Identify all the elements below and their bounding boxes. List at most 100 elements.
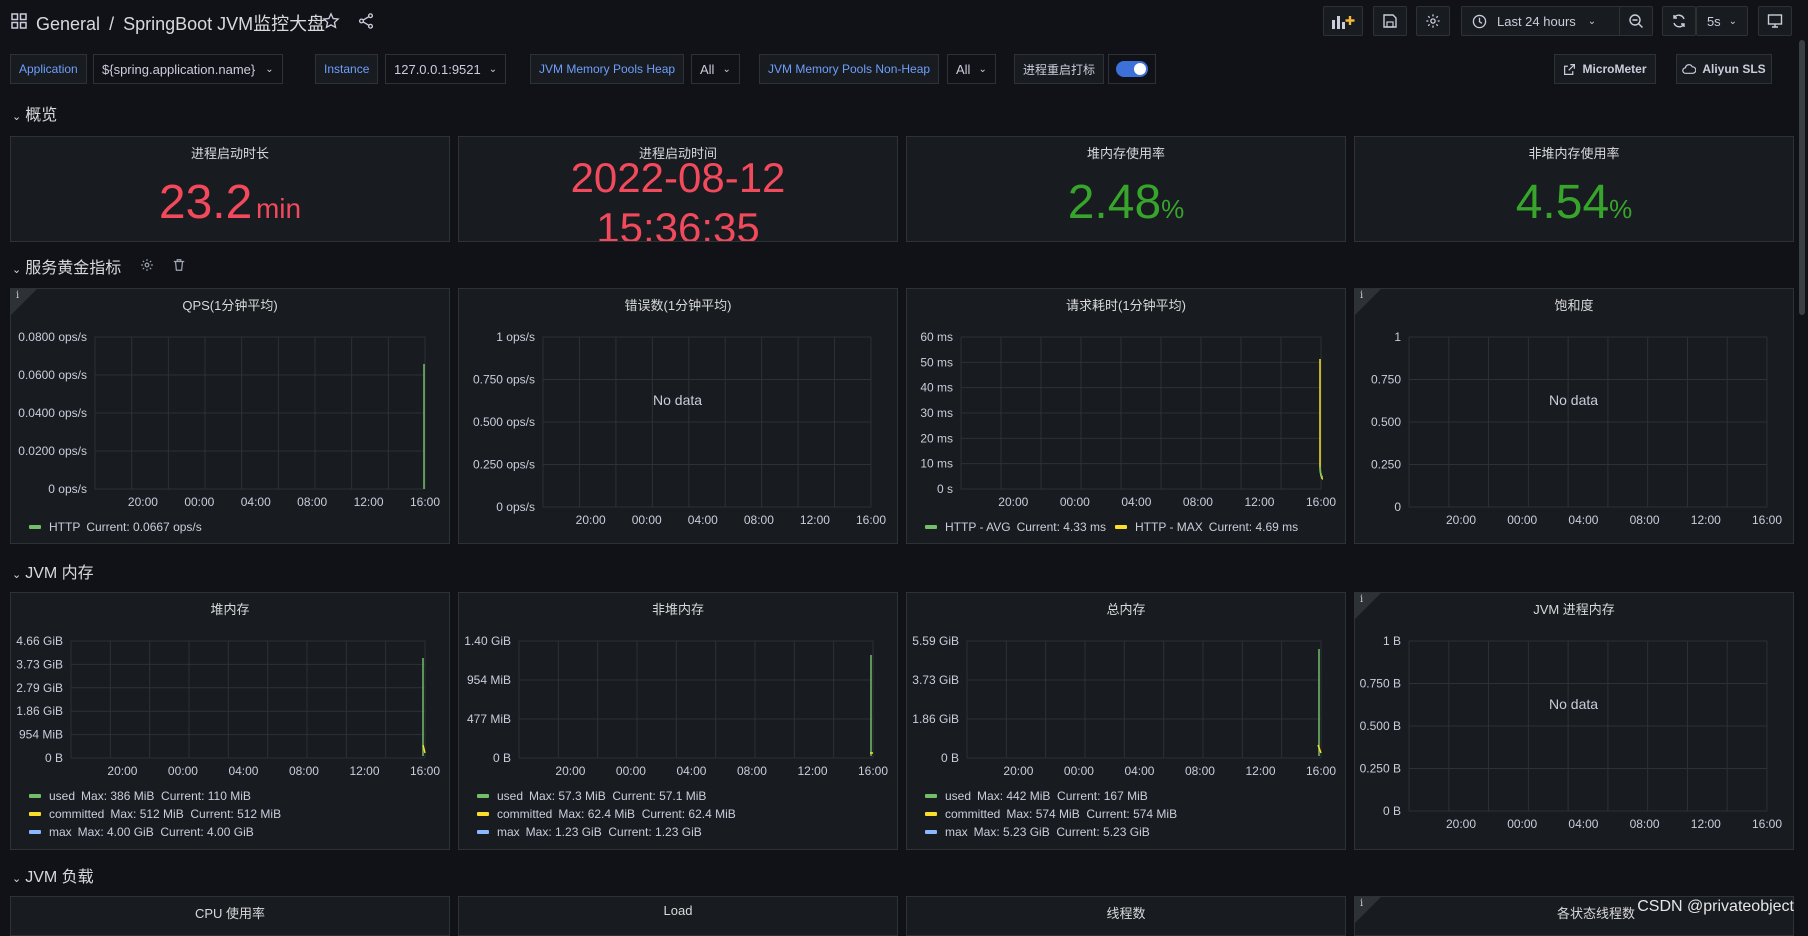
legend-item[interactable]: used Max: 442 MiB Current: 167 MiB: [925, 789, 1148, 803]
legend-stats: Max: 386 MiB Current: 110 MiB: [81, 789, 251, 803]
dashboard-settings-button[interactable]: [1416, 6, 1450, 36]
link-micrometer[interactable]: MicroMeter: [1554, 54, 1656, 84]
x-tick-label: 00:00: [616, 764, 646, 778]
y-tick-label: 0.250: [1371, 458, 1401, 472]
legend-item[interactable]: max Max: 5.23 GiB Current: 5.23 GiB: [925, 825, 1150, 839]
y-tick-label: 3.73 GiB: [16, 657, 63, 671]
dashboard-title[interactable]: SpringBoot JVM监控大盘: [123, 14, 325, 34]
x-tick-label: 08:00: [1630, 817, 1660, 831]
variable-heap-pools-select[interactable]: All ⌄: [691, 54, 740, 84]
panel-process-memory[interactable]: i JVM 进程内存 1 B 0.750 B 0.500 B 0.250 B0 B 20…: [1354, 592, 1794, 850]
panel-total-memory[interactable]: 总内存 5.59 GiB 3.73 GiB 1.86 GiB 0 B 20:00 00:0…: [906, 592, 1346, 850]
row-golden-metrics[interactable]: ⌄ 服务黄金指标: [12, 254, 121, 278]
errors-no-data: No data: [653, 392, 703, 408]
y-tick-label: 0.0800 ops/s: [18, 330, 87, 344]
save-icon: [1383, 14, 1397, 28]
x-tick-label: 00:00: [632, 513, 662, 527]
y-tick-label: 2.79 GiB: [16, 681, 63, 695]
variable-instance-value: 127.0.0.1:9521: [394, 61, 481, 77]
link-aliyun-sls[interactable]: Aliyun SLS: [1676, 54, 1772, 84]
chevron-down-icon: ⌄: [12, 873, 22, 885]
process-memory-chart: 1 B 0.750 B 0.500 B 0.250 B 0 B 20:00 00:00 04:…: [1360, 634, 1783, 831]
legend-series-name: HTTP - MAX: [1135, 520, 1203, 534]
x-tick-label: 00:00: [184, 495, 214, 509]
panel-nonheap-memory[interactable]: 非堆内存 1.40 GiB 954 MiB 477 MiB 0 B 20:00 00:00…: [458, 592, 898, 850]
panel-threads[interactable]: 线程数: [906, 896, 1346, 936]
panel-cpu[interactable]: CPU 使用率: [10, 896, 450, 936]
row-jvm-load[interactable]: ⌄ JVM 负载: [12, 863, 94, 887]
x-tick-label: 00:00: [1064, 764, 1094, 778]
panel-load-title: Load: [663, 903, 693, 918]
row-delete-trash-icon[interactable]: [172, 258, 186, 275]
panel-start-time[interactable]: 进程启动时间 2022-08-12 15:36:35: [458, 136, 898, 242]
legend-item[interactable]: committed Max: 574 MiB Current: 574 MiB: [925, 807, 1177, 821]
panel-uptime[interactable]: 进程启动时长 23.2 min: [10, 136, 450, 242]
y-tick-label: 5.59 GiB: [912, 634, 959, 648]
x-tick-label: 04:00: [228, 764, 258, 778]
start-time-line2: 15:36:35: [596, 204, 760, 242]
add-panel-button[interactable]: [1323, 6, 1363, 36]
breadcrumb-folder[interactable]: General: [36, 14, 100, 34]
y-tick-label: 0 B: [941, 751, 959, 765]
row-settings-gear-icon[interactable]: [140, 258, 154, 275]
panel-errors[interactable]: 错误数(1分钟平均) 1 ops/s 0.750 ops/s 0.500 ops/s…: [458, 288, 898, 544]
panel-heap-usage[interactable]: 堆内存使用率 2.48%: [906, 136, 1346, 242]
y-tick-label: 1 ops/s: [496, 330, 535, 344]
legend-item[interactable]: committed Max: 512 MiB Current: 512 MiB: [29, 807, 281, 821]
panel-saturation[interactable]: i 饱和度 1 0.750 0.500 0.250 0 20:00 00:00 04:00 08…: [1354, 288, 1794, 544]
y-tick-label: 1 B: [1383, 634, 1401, 648]
legend-color-swatch: [925, 525, 937, 529]
page-scrollbar[interactable]: [1799, 40, 1805, 315]
y-tick-label: 954 MiB: [467, 673, 511, 687]
legend-item[interactable]: max Max: 4.00 GiB Current: 4.00 GiB: [29, 825, 254, 839]
restart-mark-toggle-container[interactable]: [1108, 54, 1156, 84]
zoom-out-button[interactable]: [1619, 6, 1653, 36]
legend-item[interactable]: used Max: 57.3 MiB Current: 57.1 MiB: [477, 789, 706, 803]
variable-heap-pools-value: All: [700, 61, 715, 77]
x-tick-label: 20:00: [1446, 513, 1476, 527]
share-icon[interactable]: [357, 12, 375, 33]
y-tick-label: 0.750 ops/s: [473, 373, 535, 387]
x-tick-label: 04:00: [676, 764, 706, 778]
y-tick-label: 0.0200 ops/s: [18, 444, 87, 458]
legend-item[interactable]: HTTP - AVG Current: 4.33 ms: [925, 520, 1106, 534]
tv-mode-button[interactable]: [1758, 6, 1792, 36]
chevron-down-icon: ⌄: [1587, 15, 1597, 27]
panel-qps[interactable]: i QPS(1分钟平均) 0.0800 ops/s 0.0600 ops/s 0.0…: [10, 288, 450, 544]
variable-instance-select[interactable]: 127.0.0.1:9521 ⌄: [385, 54, 507, 84]
dashboards-grid-icon[interactable]: [11, 13, 27, 29]
legend-item[interactable]: committed Max: 62.4 MiB Current: 62.4 MiB: [477, 807, 736, 821]
variable-application-select[interactable]: ${spring.application.name} ⌄: [93, 54, 283, 84]
legend-color-swatch: [29, 794, 41, 798]
star-icon[interactable]: [322, 12, 340, 33]
x-tick-label: 20:00: [1003, 764, 1033, 778]
legend-item[interactable]: HTTP Current: 0.0667 ops/s: [29, 520, 202, 534]
legend-item[interactable]: used Max: 386 MiB Current: 110 MiB: [29, 789, 251, 803]
restart-mark-toggle[interactable]: [1116, 61, 1148, 77]
refresh-interval-picker[interactable]: 5s ⌄: [1696, 6, 1748, 36]
x-tick-label: 04:00: [1121, 495, 1151, 509]
nonheap-usage-value: 4.54: [1515, 176, 1610, 229]
legend-item[interactable]: HTTP - MAX Current: 4.69 ms: [1115, 520, 1298, 534]
panel-heap-memory[interactable]: 堆内存 4.66 GiB 3.73 GiB 2.79 GiB 1.86 GiB 954 …: [10, 592, 450, 850]
nonheap-usage-stat: 4.54%: [1355, 175, 1793, 230]
chevron-down-icon: ⌄: [1728, 15, 1738, 27]
watermark: CSDN @privateobject: [1637, 898, 1794, 915]
panel-load[interactable]: Load: [458, 896, 898, 936]
saturation-chart: 1 0.750 0.500 0.250 0 20:00 00:00 04:00 08:00 12:…: [1371, 330, 1782, 527]
variable-nonheap-pools-select[interactable]: All ⌄: [947, 54, 996, 84]
refresh-button[interactable]: [1662, 6, 1696, 36]
legend-item[interactable]: max Max: 1.23 GiB Current: 1.23 GiB: [477, 825, 702, 839]
x-tick-label: 16:00: [1752, 513, 1782, 527]
time-range-picker[interactable]: Last 24 hours ⌄: [1461, 6, 1629, 36]
row-jvm-memory[interactable]: ⌄ JVM 内存: [12, 559, 94, 583]
save-dashboard-button[interactable]: [1373, 6, 1407, 36]
panel-start-time-title: 进程启动时间: [638, 146, 717, 161]
row-overview[interactable]: ⌄ 概览: [12, 101, 57, 125]
y-tick-label: 477 MiB: [467, 712, 511, 726]
x-tick-label: 12:00: [1691, 817, 1721, 831]
y-tick-label: 0.250 B: [1360, 762, 1401, 776]
panel-nonheap-usage[interactable]: 非堆内存使用率 4.54%: [1354, 136, 1794, 242]
x-tick-label: 16:00: [410, 495, 440, 509]
panel-latency[interactable]: 请求耗时(1分钟平均) 60 ms 50 ms 40 ms 30 ms 20 ms 10 …: [906, 288, 1346, 544]
